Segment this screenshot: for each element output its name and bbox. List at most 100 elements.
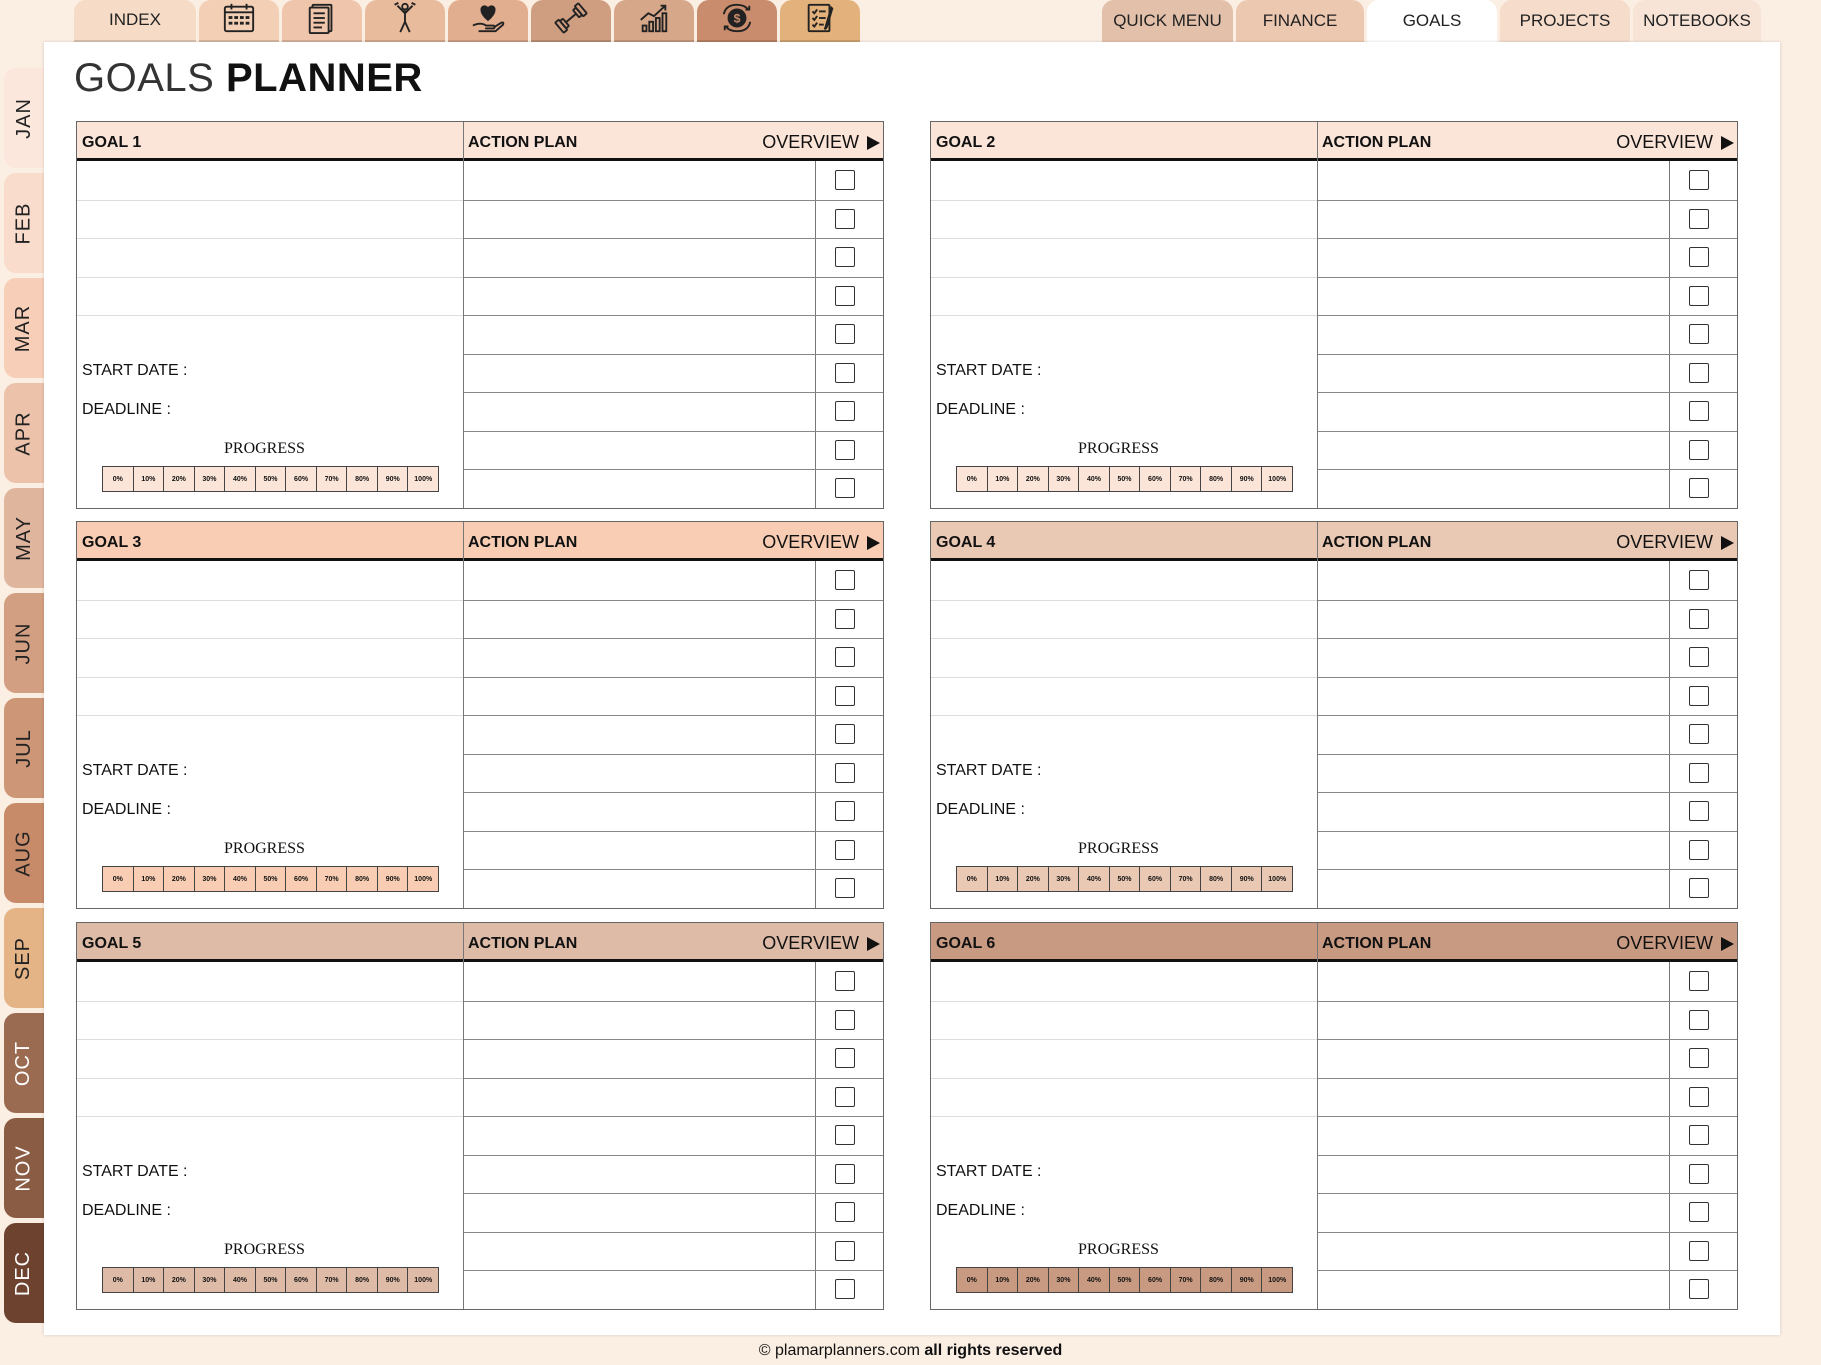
action-checkbox[interactable]: [835, 801, 855, 821]
action-checkbox[interactable]: [1689, 1009, 1709, 1030]
progress-step[interactable]: 30%: [1049, 1268, 1080, 1292]
action-checkbox[interactable]: [1689, 1163, 1709, 1184]
action-checkbox[interactable]: [1689, 608, 1709, 629]
progress-step[interactable]: 30%: [1049, 867, 1080, 891]
progress-step[interactable]: 60%: [1140, 867, 1171, 891]
progress-step[interactable]: 40%: [225, 1268, 256, 1292]
action-checkbox[interactable]: [1689, 878, 1709, 898]
tab-projects[interactable]: PROJECTS: [1500, 0, 1630, 42]
action-checkbox[interactable]: [835, 647, 855, 667]
month-tab-sep[interactable]: SEP: [4, 908, 44, 1008]
progress-step[interactable]: 60%: [286, 1268, 317, 1292]
progress-step[interactable]: 10%: [988, 867, 1019, 891]
action-checkbox[interactable]: [1689, 724, 1709, 744]
progress-step[interactable]: 40%: [1079, 867, 1110, 891]
tab-notes[interactable]: [282, 0, 362, 42]
action-checkbox[interactable]: [835, 324, 855, 344]
tab-checklist[interactable]: [780, 0, 860, 42]
progress-step[interactable]: 30%: [195, 867, 226, 891]
month-tab-nov[interactable]: NOV: [4, 1118, 44, 1218]
footer-site[interactable]: © plamarplanners.com: [759, 1342, 920, 1359]
progress-step[interactable]: 100%: [408, 467, 438, 491]
action-checkbox[interactable]: [1689, 1202, 1709, 1222]
action-checkbox[interactable]: [1689, 324, 1709, 344]
progress-step[interactable]: 10%: [134, 1268, 165, 1292]
progress-step[interactable]: 100%: [1262, 867, 1292, 891]
month-tab-may[interactable]: MAY: [4, 488, 44, 588]
action-checkbox[interactable]: [1689, 208, 1709, 229]
overview-link[interactable]: OVERVIEW: [1616, 132, 1735, 153]
action-checkbox[interactable]: [835, 1048, 855, 1068]
action-checkbox[interactable]: [835, 878, 855, 898]
action-checkbox[interactable]: [1689, 362, 1709, 383]
progress-step[interactable]: 20%: [1018, 867, 1049, 891]
tab-fitness-person[interactable]: [365, 0, 445, 42]
action-checkbox[interactable]: [835, 285, 855, 306]
progress-step[interactable]: 60%: [1140, 467, 1171, 491]
progress-step[interactable]: 80%: [347, 1268, 378, 1292]
progress-step[interactable]: 70%: [317, 1268, 348, 1292]
progress-step[interactable]: 0%: [957, 867, 988, 891]
action-checkbox[interactable]: [1689, 1279, 1709, 1299]
action-checkbox[interactable]: [1689, 285, 1709, 306]
action-checkbox[interactable]: [835, 1202, 855, 1222]
action-checkbox[interactable]: [835, 685, 855, 706]
progress-step[interactable]: 70%: [317, 467, 348, 491]
action-checkbox[interactable]: [835, 762, 855, 783]
action-checkbox[interactable]: [835, 971, 855, 991]
action-checkbox[interactable]: [1689, 801, 1709, 821]
action-checkbox[interactable]: [835, 439, 855, 460]
action-checkbox[interactable]: [835, 570, 855, 590]
tab-dumbbell[interactable]: [531, 0, 611, 42]
action-checkbox[interactable]: [1689, 439, 1709, 460]
action-checkbox[interactable]: [835, 839, 855, 860]
progress-step[interactable]: 60%: [286, 867, 317, 891]
progress-step[interactable]: 80%: [1201, 1268, 1232, 1292]
action-checkbox[interactable]: [1689, 570, 1709, 590]
progress-step[interactable]: 50%: [1110, 467, 1141, 491]
tab-index[interactable]: INDEX: [74, 0, 196, 42]
action-checkbox[interactable]: [835, 1086, 855, 1107]
progress-step[interactable]: 50%: [1110, 1268, 1141, 1292]
progress-step[interactable]: 10%: [988, 1268, 1019, 1292]
month-tab-mar[interactable]: MAR: [4, 278, 44, 378]
progress-step[interactable]: 0%: [957, 1268, 988, 1292]
action-checkbox[interactable]: [835, 724, 855, 744]
action-checkbox[interactable]: [835, 1125, 855, 1145]
progress-step[interactable]: 70%: [1171, 467, 1202, 491]
progress-step[interactable]: 70%: [317, 867, 348, 891]
tab-notebooks[interactable]: NOTEBOOKS: [1633, 0, 1761, 42]
progress-step[interactable]: 40%: [225, 867, 256, 891]
progress-step[interactable]: 70%: [1171, 867, 1202, 891]
tab-growth-chart[interactable]: [614, 0, 694, 42]
month-tab-dec[interactable]: DEC: [4, 1223, 44, 1323]
progress-step[interactable]: 90%: [1232, 867, 1263, 891]
progress-step[interactable]: 0%: [103, 867, 134, 891]
action-checkbox[interactable]: [835, 1009, 855, 1030]
progress-step[interactable]: 30%: [195, 467, 226, 491]
month-tab-oct[interactable]: OCT: [4, 1013, 44, 1113]
progress-step[interactable]: 60%: [286, 467, 317, 491]
progress-step[interactable]: 20%: [1018, 1268, 1049, 1292]
overview-link[interactable]: OVERVIEW: [762, 532, 881, 553]
month-tab-aug[interactable]: AUG: [4, 803, 44, 903]
progress-step[interactable]: 90%: [378, 1268, 409, 1292]
progress-step[interactable]: 100%: [1262, 467, 1292, 491]
action-checkbox[interactable]: [835, 170, 855, 190]
action-checkbox[interactable]: [835, 401, 855, 421]
tab-quick-menu[interactable]: QUICK MENU: [1102, 0, 1233, 42]
tab-finance[interactable]: FINANCE: [1236, 0, 1364, 42]
progress-step[interactable]: 50%: [1110, 867, 1141, 891]
month-tab-jan[interactable]: JAN: [4, 68, 44, 168]
tab-calendar[interactable]: [199, 0, 279, 42]
progress-step[interactable]: 50%: [256, 867, 287, 891]
progress-step[interactable]: 80%: [1201, 867, 1232, 891]
action-checkbox[interactable]: [1689, 839, 1709, 860]
progress-step[interactable]: 30%: [195, 1268, 226, 1292]
action-checkbox[interactable]: [1689, 685, 1709, 706]
progress-step[interactable]: 20%: [1018, 467, 1049, 491]
tab-goals[interactable]: GOALS: [1367, 0, 1497, 42]
action-checkbox[interactable]: [1689, 647, 1709, 667]
month-tab-feb[interactable]: FEB: [4, 173, 44, 273]
overview-link[interactable]: OVERVIEW: [1616, 532, 1735, 553]
